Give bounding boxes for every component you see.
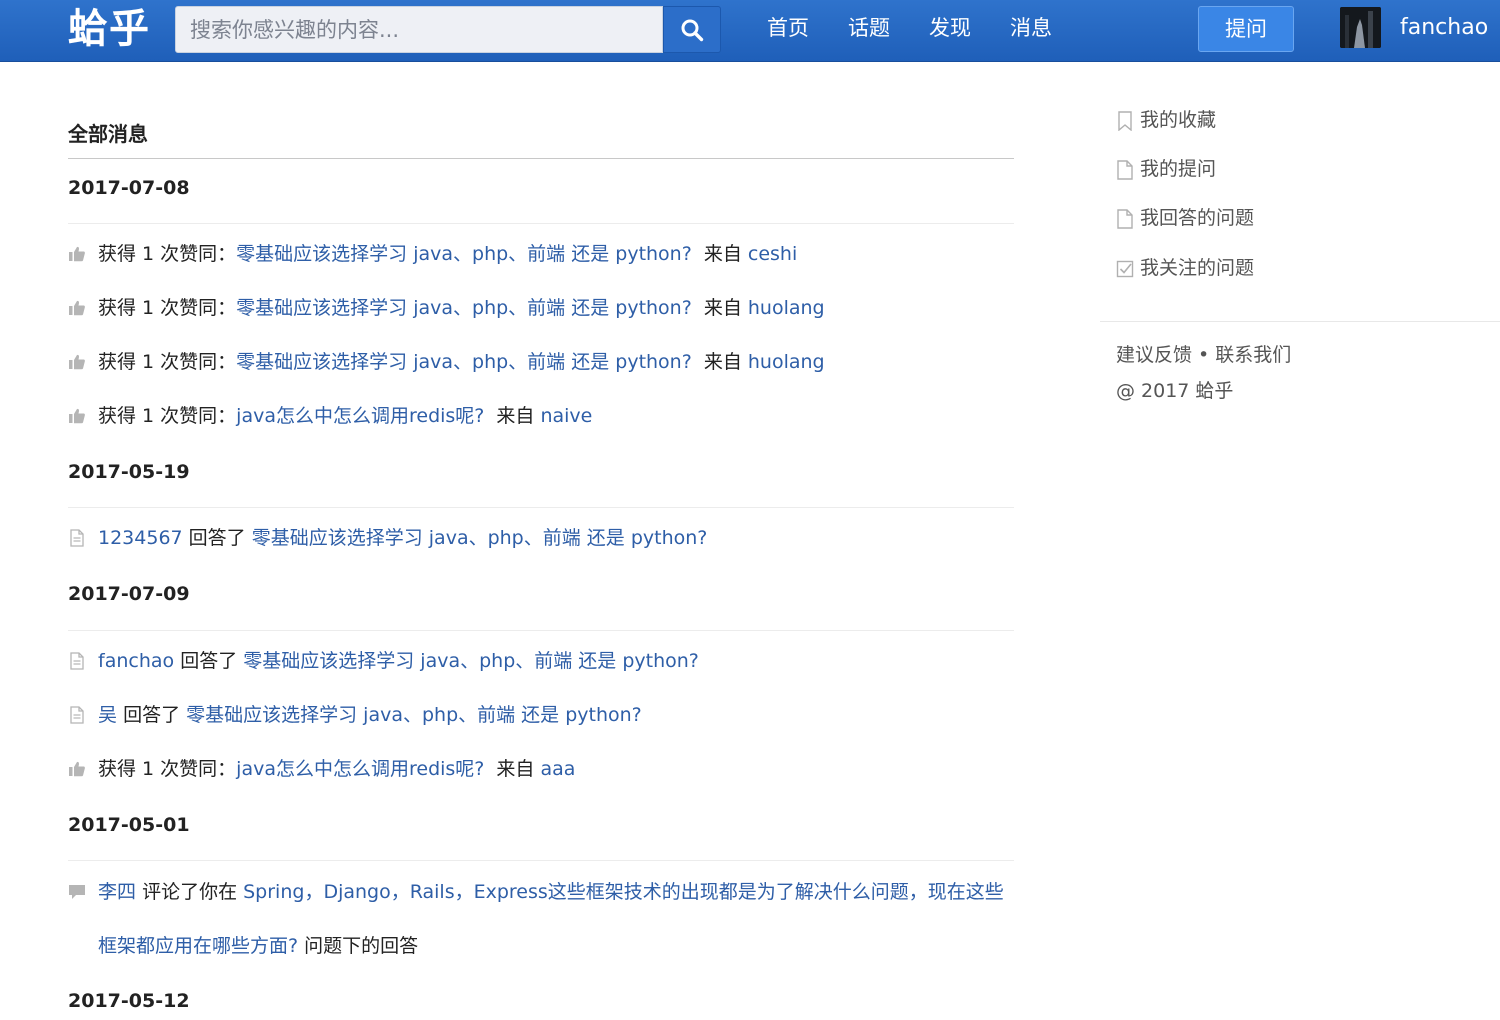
document-icon bbox=[70, 706, 84, 724]
site-logo[interactable]: 蛤乎 bbox=[68, 4, 150, 54]
action-verb: 回答了 bbox=[123, 704, 181, 726]
bookmark-icon bbox=[1118, 111, 1132, 131]
date-heading: 2017-05-01 bbox=[68, 814, 190, 836]
document-icon bbox=[70, 652, 84, 670]
top-navigation-bar: 蛤乎 首页 话题 发现 消息 提问 fanchao bbox=[0, 0, 1500, 62]
file-icon bbox=[1117, 209, 1133, 229]
user-link[interactable]: 1234567 bbox=[98, 527, 183, 549]
user-link[interactable]: fanchao bbox=[98, 650, 174, 672]
user-link[interactable]: huolang bbox=[748, 351, 825, 373]
date-divider bbox=[68, 630, 1014, 631]
page-title: 全部消息 bbox=[68, 122, 148, 146]
question-link[interactable]: 零基础应该选择学习 java、php、前端 还是 python? bbox=[252, 527, 708, 549]
date-divider bbox=[68, 507, 1014, 508]
from-label: 来自 bbox=[703, 297, 742, 319]
question-link[interactable]: 零基础应该选择学习 java、php、前端 还是 python? bbox=[236, 297, 692, 319]
from-label: 来自 bbox=[703, 351, 742, 373]
nav-topics[interactable]: 话题 bbox=[848, 12, 890, 44]
thumbs-up-icon bbox=[69, 246, 85, 262]
avatar-image bbox=[1340, 7, 1381, 48]
action-verb: 回答了 bbox=[188, 527, 246, 549]
search-input[interactable] bbox=[175, 6, 663, 53]
from-label: 来自 bbox=[496, 758, 535, 780]
sidebar-item-label: 我回答的问题 bbox=[1140, 207, 1255, 229]
date-heading: 2017-07-08 bbox=[68, 177, 190, 199]
question-link[interactable]: 零基础应该选择学习 java、php、前端 还是 python? bbox=[186, 704, 642, 726]
nav-messages[interactable]: 消息 bbox=[1010, 12, 1052, 44]
action-verb: 回答了 bbox=[180, 650, 238, 672]
ask-question-button[interactable]: 提问 bbox=[1198, 6, 1294, 52]
copyright: @ 2017 蛤乎 bbox=[1116, 380, 1234, 402]
question-link[interactable]: 零基础应该选择学习 java、php、前端 还是 python? bbox=[243, 650, 699, 672]
thumbs-up-icon bbox=[69, 300, 85, 316]
from-label: 来自 bbox=[703, 243, 742, 265]
date-divider bbox=[68, 860, 1014, 861]
title-divider bbox=[68, 158, 1014, 159]
sidebar-divider bbox=[1100, 321, 1500, 322]
file-icon bbox=[1117, 160, 1133, 180]
sidebar-item-label: 我关注的问题 bbox=[1140, 257, 1255, 279]
like-prefix: 获得 1 次赞同： bbox=[98, 297, 237, 319]
footer-links[interactable]: 建议反馈 • 联系我们 bbox=[1116, 341, 1291, 369]
thumbs-up-icon bbox=[69, 354, 85, 370]
user-link[interactable]: 吴 bbox=[98, 704, 117, 726]
date-heading: 2017-07-09 bbox=[68, 583, 190, 605]
user-link[interactable]: huolang bbox=[748, 297, 825, 319]
question-link[interactable]: java怎么中怎么调用redis呢? bbox=[236, 405, 484, 427]
user-link[interactable]: ceshi bbox=[748, 243, 797, 265]
like-prefix: 获得 1 次赞同： bbox=[98, 758, 237, 780]
date-heading: 2017-05-19 bbox=[68, 461, 190, 483]
date-heading: 2017-05-12 bbox=[68, 990, 190, 1012]
nav-home[interactable]: 首页 bbox=[767, 12, 809, 44]
sidebar-item-label: 我的收藏 bbox=[1140, 109, 1217, 131]
date-divider bbox=[68, 223, 1014, 224]
sidebar-item-label: 我的提问 bbox=[1140, 158, 1217, 180]
username[interactable]: fanchao bbox=[1400, 12, 1488, 44]
action-verb: 评论了你在 bbox=[142, 881, 238, 903]
from-label: 来自 bbox=[496, 405, 535, 427]
thumbs-up-icon bbox=[69, 408, 85, 424]
avatar[interactable] bbox=[1340, 7, 1381, 48]
search-button[interactable] bbox=[663, 6, 721, 53]
user-link[interactable]: aaa bbox=[540, 758, 575, 780]
search-icon bbox=[681, 19, 704, 41]
list-item: 李四 评论了你在 Spring，Django，Rails，Express这些框架… bbox=[68, 865, 1014, 975]
thumbs-up-icon bbox=[69, 761, 85, 777]
like-prefix: 获得 1 次赞同： bbox=[98, 405, 237, 427]
comment-icon bbox=[69, 885, 85, 899]
question-link[interactable]: java怎么中怎么调用redis呢? bbox=[236, 758, 484, 780]
user-link[interactable]: naive bbox=[540, 405, 592, 427]
document-icon bbox=[70, 529, 84, 547]
user-link[interactable]: 李四 bbox=[98, 881, 136, 903]
nav-discover[interactable]: 发现 bbox=[929, 12, 971, 44]
question-link[interactable]: 零基础应该选择学习 java、php、前端 还是 python? bbox=[236, 243, 692, 265]
question-link[interactable]: 零基础应该选择学习 java、php、前端 还是 python? bbox=[236, 351, 692, 373]
action-suffix: 问题下的回答 bbox=[304, 935, 419, 957]
like-prefix: 获得 1 次赞同： bbox=[98, 243, 237, 265]
checkbox-icon bbox=[1116, 260, 1134, 278]
like-prefix: 获得 1 次赞同： bbox=[98, 351, 237, 373]
